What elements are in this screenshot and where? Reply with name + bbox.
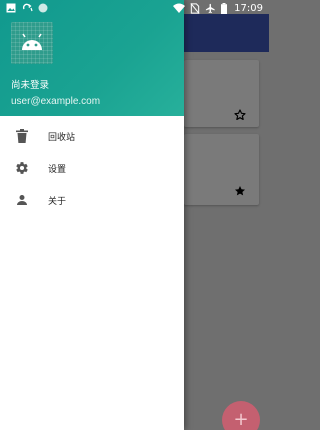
star-outline-icon[interactable]	[233, 108, 247, 122]
menu-item-about[interactable]: 关于	[0, 184, 184, 216]
settings-icon	[0, 161, 44, 175]
trash-icon	[0, 129, 44, 143]
status-clock: 17:09	[234, 2, 263, 14]
user-email: user@example.com	[11, 96, 101, 107]
menu-item-recycle-bin[interactable]: 回收站	[0, 120, 184, 152]
airplane-icon	[206, 3, 215, 13]
person-icon	[0, 194, 44, 206]
drawer-menu: 回收站 设置 关于	[0, 120, 184, 216]
circle-icon	[38, 3, 48, 13]
sync-icon	[22, 3, 33, 12]
add-note-fab[interactable]: +	[222, 401, 260, 430]
menu-label: 设置	[48, 164, 67, 175]
no-sim-icon	[190, 2, 200, 14]
avatar[interactable]	[11, 22, 53, 64]
navigation-drawer: 尚未登录 user@example.com 回收站 设置 关于	[0, 0, 184, 430]
image-icon	[6, 3, 16, 13]
menu-label: 回收站	[48, 132, 76, 143]
note-card[interactable]	[184, 60, 259, 127]
battery-icon	[221, 2, 228, 14]
menu-label: 关于	[48, 196, 67, 207]
status-bar: 17:09	[0, 0, 269, 16]
star-filled-icon[interactable]	[233, 184, 247, 198]
user-name: 尚未登录	[11, 80, 50, 91]
menu-item-settings[interactable]: 设置	[0, 152, 184, 184]
wifi-icon	[173, 3, 186, 13]
drawer-header: 尚未登录 user@example.com	[0, 0, 184, 116]
note-card[interactable]	[184, 134, 259, 205]
android-icon	[22, 33, 42, 50]
